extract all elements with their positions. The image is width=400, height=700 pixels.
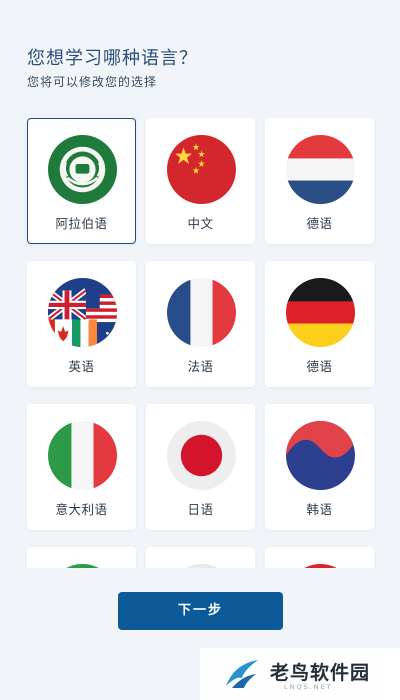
page-subtitle: 您将可以修改您的选择 bbox=[27, 75, 158, 89]
language-label: 意大利语 bbox=[55, 502, 108, 517]
watermark-site: LNQS.NET bbox=[284, 683, 333, 691]
germany-flag-icon bbox=[286, 278, 355, 347]
france-flag-icon bbox=[167, 278, 236, 347]
china-flag-icon bbox=[167, 135, 236, 204]
watermark-text: 老鸟软件园 bbox=[270, 662, 371, 684]
language-label: 日语 bbox=[187, 502, 214, 517]
language-label: 英语 bbox=[68, 359, 95, 374]
korea-flag-icon bbox=[286, 421, 355, 490]
language-card-italian[interactable]: 意大利语 bbox=[27, 404, 136, 530]
language-label: 法语 bbox=[187, 359, 214, 374]
red-flag-icon bbox=[304, 564, 337, 568]
language-grid: 阿拉伯语 中文 德语 英语 法语 德语 意大利语 日语 韩语 bbox=[0, 110, 400, 568]
watermark: 老鸟软件园 LNQS.NET bbox=[200, 648, 400, 700]
language-card-german-1[interactable]: 德语 bbox=[265, 118, 374, 244]
language-card-french[interactable]: 法语 bbox=[146, 261, 255, 387]
japan-flag-icon bbox=[167, 421, 236, 490]
language-card-chinese[interactable]: 中文 bbox=[146, 118, 255, 244]
language-card-japanese[interactable]: 日语 bbox=[146, 404, 255, 530]
italy-flag-icon bbox=[48, 421, 117, 490]
language-label: 德语 bbox=[306, 359, 333, 374]
language-card-korean[interactable]: 韩语 bbox=[265, 404, 374, 530]
bird-logo-icon bbox=[226, 660, 258, 688]
language-card-arabic[interactable]: 阿拉伯语 bbox=[27, 118, 136, 244]
language-card-partial-1[interactable] bbox=[27, 547, 136, 568]
language-card-german-2[interactable]: 德语 bbox=[265, 261, 374, 387]
next-button[interactable]: 下一步 bbox=[118, 592, 283, 630]
netherlands-flag-icon bbox=[286, 135, 355, 204]
english-flags-icon bbox=[48, 278, 117, 347]
language-label: 韩语 bbox=[306, 502, 333, 517]
language-card-partial-2[interactable] bbox=[146, 547, 255, 568]
language-label: 中文 bbox=[187, 216, 214, 231]
green-flag-icon bbox=[66, 564, 99, 568]
language-label: 阿拉伯语 bbox=[55, 216, 108, 231]
page-title: 您想学习哪种语言？ bbox=[27, 48, 198, 69]
arabic-league-flag-icon bbox=[48, 135, 117, 204]
language-label: 德语 bbox=[306, 216, 333, 231]
white-flag-icon bbox=[185, 564, 218, 568]
language-card-partial-3[interactable] bbox=[265, 547, 374, 568]
language-card-english[interactable]: 英语 bbox=[27, 261, 136, 387]
